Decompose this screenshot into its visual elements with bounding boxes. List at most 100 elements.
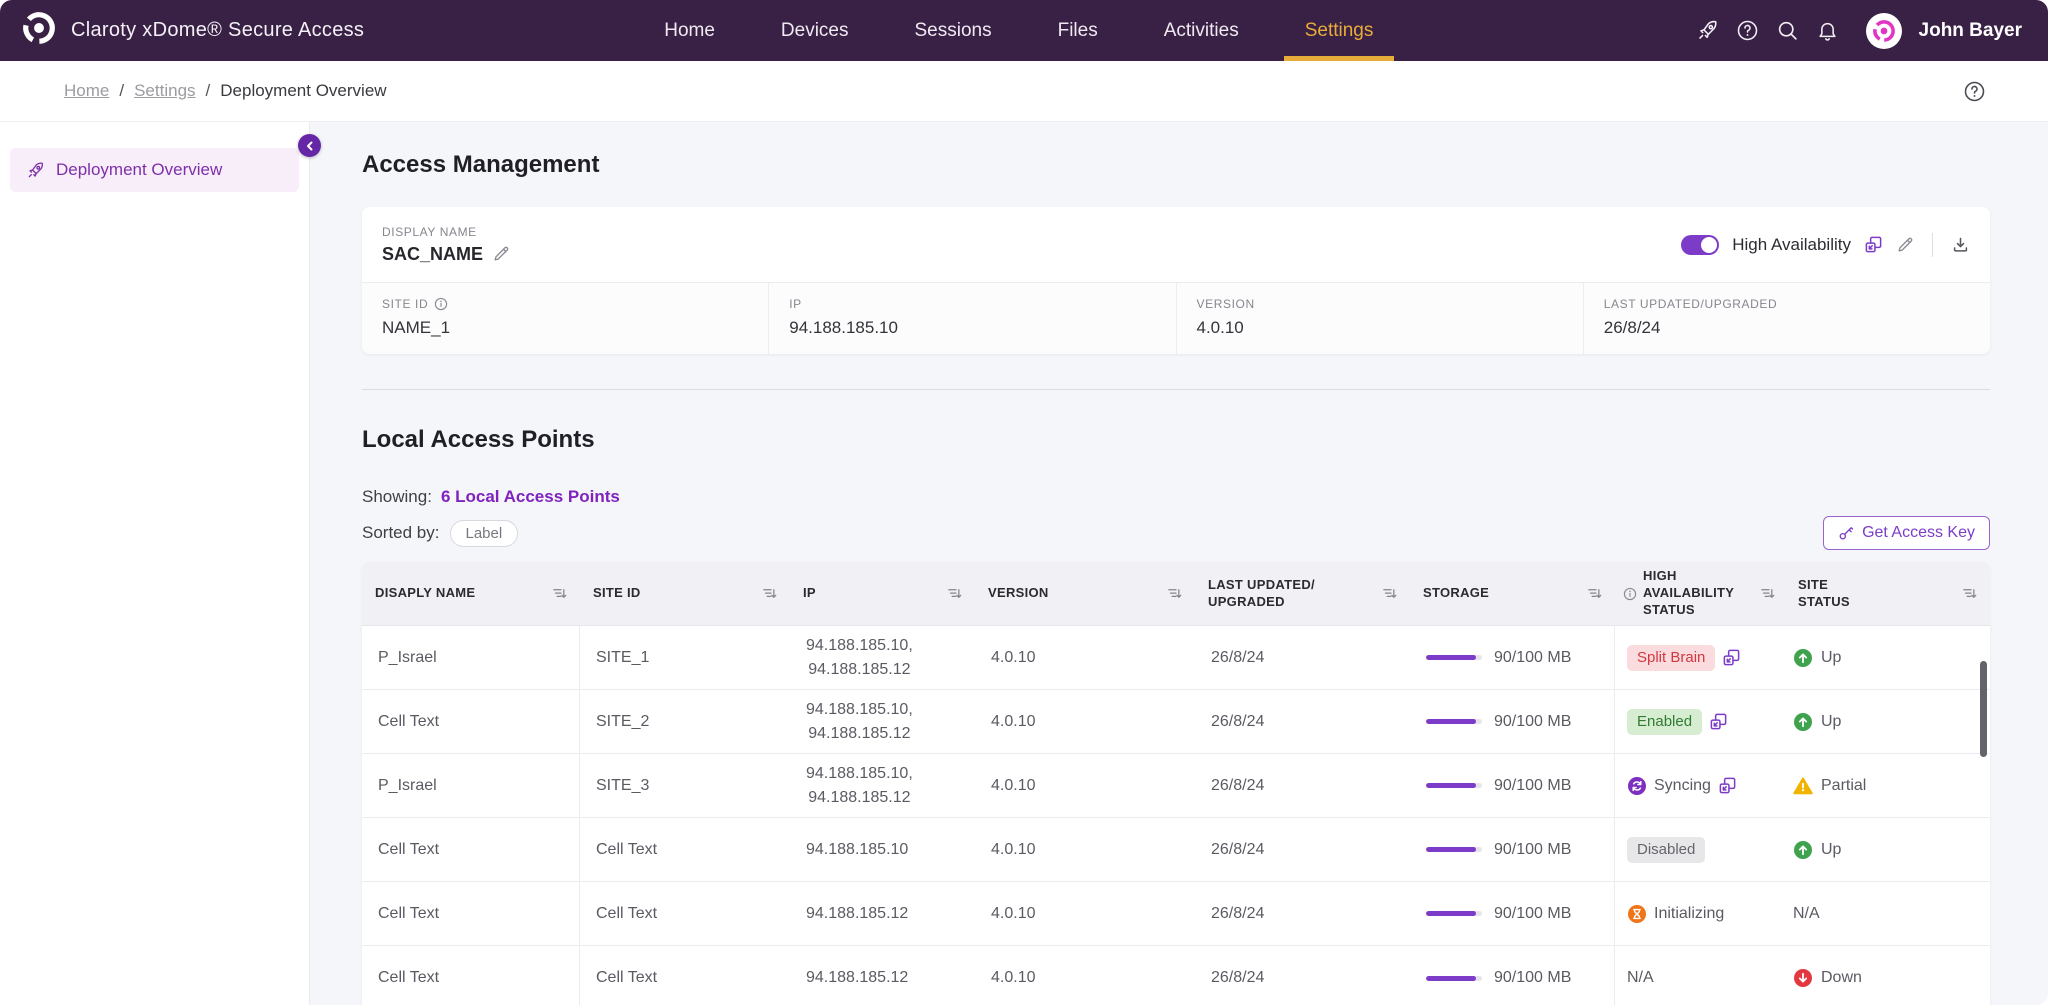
top-nav: Claroty xDome® Secure Access Home Devices… bbox=[0, 0, 2048, 61]
cell-display-name: Cell Text bbox=[362, 818, 580, 881]
cell-text: P_Israel bbox=[378, 649, 437, 667]
rocket-icon[interactable] bbox=[1696, 19, 1719, 42]
cell-site-status: Partial bbox=[1785, 754, 1990, 817]
table-row[interactable]: P_Israel SITE_3 94.188.185.10,94.188.185.1… bbox=[362, 754, 1990, 818]
cell-ha-status: Initializing bbox=[1615, 882, 1785, 945]
ha-status-label: Syncing bbox=[1654, 777, 1711, 795]
site-status-label: Up bbox=[1821, 713, 1841, 731]
column-header-label: IP bbox=[803, 585, 816, 602]
table-row[interactable]: P_Israel SITE_1 94.188.185.10,94.188.185.1… bbox=[362, 626, 1990, 690]
nav-item-activities[interactable]: Activities bbox=[1164, 0, 1239, 61]
sort-chip-label[interactable]: Label bbox=[450, 520, 519, 547]
breadcrumb-link-home[interactable]: Home bbox=[64, 81, 109, 101]
main-menu: Home Devices Sessions Files Activities Settin… bbox=[664, 0, 1373, 61]
cell-text: Cell Text bbox=[596, 841, 657, 859]
cell-ip: 94.188.185.10,94.188.185.12 bbox=[790, 626, 975, 689]
table-row[interactable]: Cell TextSITE_294.188.185.10,94.188.185.… bbox=[362, 690, 1990, 754]
sidebar-item-deployment-overview[interactable]: Deployment Overview bbox=[10, 148, 299, 192]
ip-address: 94.188.185.10 bbox=[806, 838, 908, 862]
column-header-version: VERSION bbox=[975, 562, 1195, 625]
nav-item-sessions[interactable]: Sessions bbox=[915, 0, 992, 61]
filter-sort-icon[interactable] bbox=[947, 586, 962, 601]
local-access-points-title: Local Access Points bbox=[362, 426, 1990, 454]
cell-ha-status: Disabled bbox=[1615, 818, 1785, 881]
cell-text: Cell Text bbox=[378, 841, 439, 859]
storage-progress-fill bbox=[1426, 911, 1476, 916]
ip-address: 94.188.185.10,94.188.185.12 bbox=[806, 698, 913, 746]
showing-label: Showing: bbox=[362, 487, 432, 507]
edit-pencil-icon[interactable] bbox=[1896, 236, 1914, 254]
initializing-icon bbox=[1627, 904, 1647, 924]
filter-sort-icon[interactable] bbox=[1587, 586, 1602, 601]
cell-ip: 94.188.185.10,94.188.185.12 bbox=[790, 754, 975, 817]
bell-icon[interactable] bbox=[1816, 19, 1839, 42]
storage-progress-bar bbox=[1426, 783, 1482, 788]
help-icon[interactable] bbox=[1736, 19, 1759, 42]
filter-sort-icon[interactable] bbox=[1760, 586, 1775, 601]
site-status-up-icon bbox=[1793, 840, 1813, 860]
cell-last-updated: 26/8/24 bbox=[1195, 690, 1410, 753]
cell-last-updated: 26/8/24 bbox=[1195, 754, 1410, 817]
high-availability-controls: High Availability bbox=[1681, 233, 1970, 257]
nav-item-settings[interactable]: Settings bbox=[1305, 0, 1374, 61]
column-header-site_id: SITE ID bbox=[580, 562, 790, 625]
get-access-key-button[interactable]: Get Access Key bbox=[1823, 516, 1990, 550]
access-management-card: DISPLAY NAME SAC_NAME High Availability bbox=[362, 207, 1990, 354]
storage-label: 90/100 MB bbox=[1494, 713, 1571, 731]
sidebar: Deployment Overview bbox=[0, 122, 310, 1005]
deployment-field-version: VERSION4.0.10 bbox=[1177, 283, 1584, 354]
ip-address: 94.188.185.10,94.188.185.12 bbox=[806, 762, 913, 810]
filter-sort-icon[interactable] bbox=[762, 586, 777, 601]
ip-line: 94.188.185.12 bbox=[806, 902, 908, 926]
cell-text: Cell Text bbox=[378, 969, 439, 987]
cell-text: 26/8/24 bbox=[1211, 777, 1264, 795]
sidebar-collapse-button[interactable] bbox=[298, 134, 321, 157]
edit-display-name-pencil-icon[interactable] bbox=[492, 245, 510, 263]
cell-ha-status: Split Brain bbox=[1615, 626, 1785, 689]
open-in-window-icon[interactable] bbox=[1718, 776, 1737, 795]
filter-sort-icon[interactable] bbox=[552, 586, 567, 601]
table-row[interactable]: Cell TextCell Text94.188.185.124.0.1026/… bbox=[362, 946, 1990, 1005]
open-in-window-icon[interactable] bbox=[1709, 712, 1728, 731]
ha-status-badge: Disabled bbox=[1627, 837, 1705, 863]
cell-text: 26/8/24 bbox=[1211, 649, 1264, 667]
search-icon[interactable] bbox=[1776, 19, 1799, 42]
filter-sort-icon[interactable] bbox=[1167, 586, 1182, 601]
nav-item-home[interactable]: Home bbox=[664, 0, 715, 61]
table-body: P_Israel SITE_1 94.188.185.10,94.188.185.1… bbox=[362, 626, 1990, 1005]
cell-version: 4.0.10 bbox=[975, 690, 1195, 753]
brand-title: Claroty xDome® Secure Access bbox=[71, 19, 364, 42]
ip-address: 94.188.185.10,94.188.185.12 bbox=[806, 634, 913, 682]
cell-text: SITE_1 bbox=[596, 649, 649, 667]
column-header-label: HIGHAVAILABILITYSTATUS bbox=[1643, 568, 1734, 619]
column-header-storage: STORAGE bbox=[1410, 562, 1615, 625]
table-row[interactable]: Cell TextCell Text94.188.185.124.0.1026/… bbox=[362, 882, 1990, 946]
table-row[interactable]: Cell TextCell Text94.188.185.104.0.1026/… bbox=[362, 818, 1990, 882]
help-icon[interactable] bbox=[1963, 80, 1986, 103]
cell-text: SITE_2 bbox=[596, 713, 649, 731]
high-availability-toggle[interactable] bbox=[1681, 235, 1719, 255]
column-header-label: DISAPLY NAME bbox=[375, 585, 475, 602]
cell-last-updated: 26/8/24 bbox=[1195, 818, 1410, 881]
open-in-window-icon[interactable] bbox=[1722, 648, 1741, 667]
cell-text: P_Israel bbox=[378, 777, 437, 795]
breadcrumb-link-settings[interactable]: Settings bbox=[134, 81, 195, 101]
filter-sort-icon[interactable] bbox=[1382, 586, 1397, 601]
cell-text: 26/8/24 bbox=[1211, 841, 1264, 859]
cell-storage: 90/100 MB bbox=[1410, 754, 1615, 817]
cell-text: 26/8/24 bbox=[1211, 713, 1264, 731]
table-scrollbar[interactable] bbox=[1980, 661, 1987, 757]
open-in-window-icon[interactable] bbox=[1864, 235, 1883, 254]
rocket-icon bbox=[26, 161, 45, 180]
download-icon[interactable] bbox=[1951, 235, 1970, 254]
nav-item-devices[interactable]: Devices bbox=[781, 0, 849, 61]
nav-item-files[interactable]: Files bbox=[1058, 0, 1098, 61]
cell-text: SITE_3 bbox=[596, 777, 649, 795]
showing-count-link[interactable]: 6 Local Access Points bbox=[441, 487, 620, 507]
filter-sort-icon[interactable] bbox=[1962, 586, 1977, 601]
nav-item-label: Settings bbox=[1305, 20, 1374, 42]
avatar[interactable] bbox=[1866, 13, 1902, 49]
cell-site-id: SITE_2 bbox=[580, 690, 790, 753]
breadcrumb-separator: / bbox=[119, 81, 124, 101]
cell-display-name: P_Israel bbox=[362, 754, 580, 817]
